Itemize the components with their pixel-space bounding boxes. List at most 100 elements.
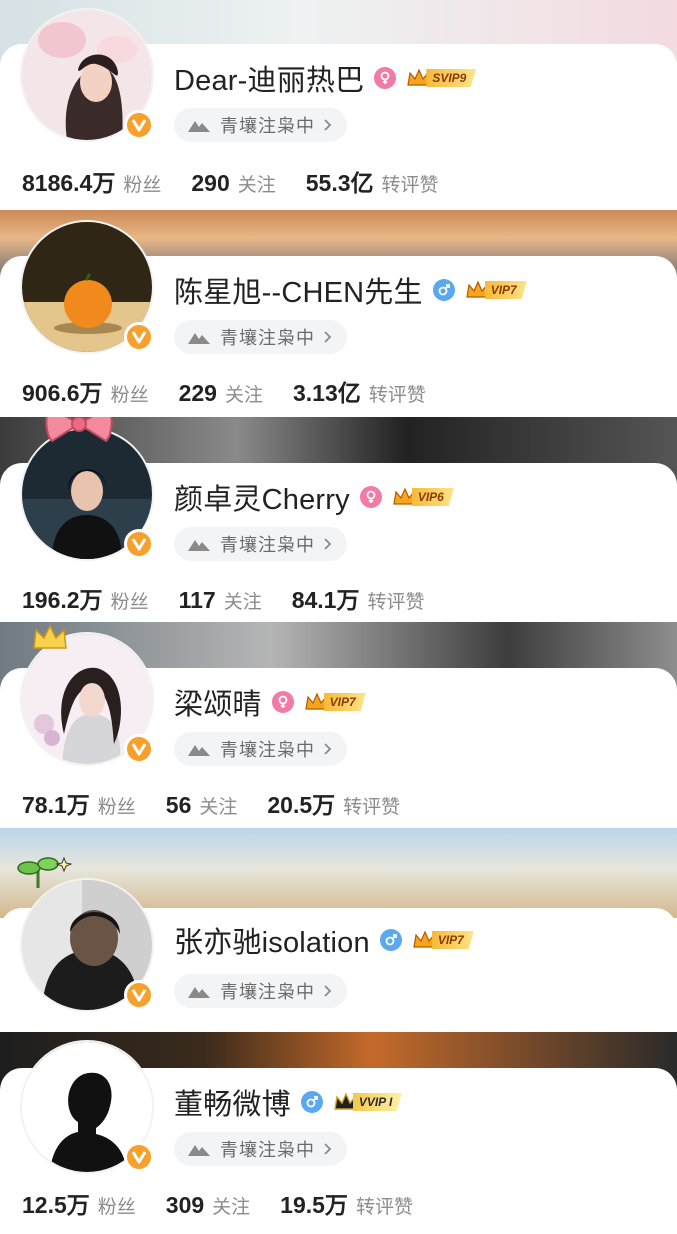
profile-card[interactable]: 陈星旭--CHEN先生 VIP7 青壤注枭中 906.6万 粉丝 229 关注 …	[0, 210, 677, 417]
fans-count: 78.1万	[22, 792, 90, 818]
fans-label: 粉丝	[110, 592, 149, 613]
likes-stat[interactable]: 3.13亿 转评赞	[293, 374, 426, 408]
female-gender-icon	[374, 67, 397, 89]
follow-label: 关注	[237, 175, 276, 196]
vip-badge[interactable]: VIP7	[304, 691, 366, 713]
profile-card[interactable]: 颜卓灵Cherry VIP6 青壤注枭中 196.2万 粉丝 117 关注 84…	[0, 417, 677, 622]
avatar-container[interactable]	[20, 427, 154, 561]
likes-stat[interactable]: 84.1万 转评赞	[292, 581, 425, 615]
fans-stat[interactable]: 196.2万 粉丝	[22, 581, 149, 615]
follow-stat[interactable]: 229 关注	[179, 380, 263, 407]
user-name[interactable]: 颜卓灵Cherry	[174, 476, 350, 518]
follow-count: 290	[191, 170, 230, 196]
follow-label: 关注	[224, 385, 263, 406]
avatar-container[interactable]	[20, 632, 154, 766]
chevron-right-icon	[324, 538, 332, 550]
fans-count: 196.2万	[22, 587, 103, 613]
sprout-decoration-icon	[17, 856, 72, 888]
follow-label: 关注	[223, 592, 262, 613]
fans-label: 粉丝	[97, 1197, 136, 1218]
avatar-container[interactable]	[20, 220, 154, 354]
avatar-container[interactable]	[20, 1040, 154, 1174]
avatar-container[interactable]	[20, 8, 154, 142]
vip-badge[interactable]: VIP6	[392, 486, 454, 508]
male-gender-icon	[432, 279, 455, 301]
vip-label: VIP7	[431, 931, 474, 949]
fans-stat[interactable]: 906.6万 粉丝	[22, 374, 149, 408]
profile-card[interactable]: 梁颂晴 VIP7 青壤注枭中 78.1万 粉丝 56 关注 20.5万 转评赞	[0, 622, 677, 828]
profile-info: 董畅微博 VVIP I 青壤注枭中 12.5万 粉丝 309 关注 19.5万 …	[0, 1040, 677, 1234]
tag-pill[interactable]: 青壤注枭中	[174, 1132, 347, 1166]
female-gender-icon	[359, 486, 382, 508]
name-row: 董畅微博 VVIP I	[174, 1081, 403, 1123]
tag-text: 青壤注枭中	[220, 1140, 315, 1160]
stats-row: 906.6万 粉丝 229 关注 3.13亿 转评赞	[22, 374, 456, 408]
follow-stat[interactable]: 309 关注	[166, 1192, 250, 1219]
tag-pill[interactable]: 青壤注枭中	[174, 527, 347, 561]
profile-list: Dear-迪丽热巴 SVIP9 青壤注枭中 8186.4万 粉丝 290 关注 …	[0, 0, 677, 1234]
likes-stat[interactable]: 55.3亿 转评赞	[306, 164, 439, 198]
vip-badge[interactable]: VIP7	[412, 929, 474, 951]
vip-label: VIP6	[411, 488, 454, 506]
name-row: 陈星旭--CHEN先生 VIP7	[174, 270, 527, 310]
tag-pill[interactable]: 青壤注枭中	[174, 320, 347, 354]
name-row: 梁颂晴 VIP7	[174, 682, 366, 722]
user-name[interactable]: 董畅微博	[174, 1081, 291, 1123]
likes-count: 19.5万	[280, 1192, 348, 1218]
mountain-icon	[188, 540, 210, 551]
tag-pill[interactable]: 青壤注枭中	[174, 108, 347, 142]
likes-count: 84.1万	[291, 587, 360, 613]
likes-count: 20.5万	[267, 792, 336, 818]
likes-label: 转评赞	[381, 175, 439, 196]
verified-v-icon	[124, 1142, 154, 1172]
fans-stat[interactable]: 8186.4万 粉丝	[22, 164, 161, 198]
follow-count: 309	[165, 1192, 205, 1218]
vip-badge[interactable]: VIP7	[465, 279, 527, 301]
male-gender-icon	[300, 1091, 323, 1113]
profile-info: 张亦驰isolation VIP7 青壤注枭中	[0, 856, 677, 1032]
chevron-right-icon	[324, 119, 332, 131]
vip-label: VVIP I	[352, 1093, 403, 1111]
vip-badge[interactable]: VVIP I	[333, 1091, 403, 1113]
verified-v-icon	[124, 529, 154, 559]
verified-v-icon	[124, 980, 154, 1010]
mountain-icon	[188, 333, 210, 344]
profile-card[interactable]: 董畅微博 VVIP I 青壤注枭中 12.5万 粉丝 309 关注 19.5万 …	[0, 1032, 677, 1234]
tag-pill[interactable]: 青壤注枭中	[174, 732, 347, 766]
user-name[interactable]: 张亦驰isolation	[174, 919, 370, 961]
follow-stat[interactable]: 117 关注	[179, 587, 262, 614]
profile-card[interactable]: 张亦驰isolation VIP7 青壤注枭中	[0, 828, 677, 1032]
likes-label: 转评赞	[367, 592, 425, 613]
vip-badge[interactable]: SVIP9	[406, 67, 477, 89]
chevron-right-icon	[324, 985, 332, 997]
fans-count: 8186.4万	[22, 170, 116, 196]
mountain-icon	[188, 745, 210, 756]
user-name[interactable]: Dear-迪丽热巴	[174, 57, 364, 99]
fans-stat[interactable]: 12.5万 粉丝	[22, 1186, 136, 1220]
user-name[interactable]: 梁颂晴	[174, 681, 262, 723]
female-gender-icon	[271, 691, 294, 713]
verified-v-icon	[124, 734, 154, 764]
follow-label: 关注	[199, 797, 238, 818]
mountain-icon	[188, 121, 210, 132]
likes-stat[interactable]: 19.5万 转评赞	[280, 1186, 413, 1220]
fans-count: 906.6万	[22, 380, 103, 406]
mountain-icon	[188, 987, 210, 998]
male-gender-icon	[379, 929, 402, 951]
likes-label: 转评赞	[343, 797, 401, 818]
tag-text: 青壤注枭中	[220, 740, 315, 760]
user-name[interactable]: 陈星旭--CHEN先生	[174, 269, 423, 311]
follow-stat[interactable]: 56 关注	[166, 792, 238, 819]
likes-label: 转评赞	[368, 385, 426, 406]
tag-text: 青壤注枭中	[220, 328, 315, 348]
vip-label: VIP7	[484, 281, 527, 299]
likes-count: 3.13亿	[292, 380, 361, 406]
tag-pill[interactable]: 青壤注枭中	[174, 974, 347, 1008]
fans-stat[interactable]: 78.1万 粉丝	[22, 786, 136, 820]
likes-stat[interactable]: 20.5万 转评赞	[267, 786, 400, 820]
name-row: 颜卓灵Cherry VIP6	[174, 477, 454, 517]
follow-stat[interactable]: 290 关注	[191, 170, 275, 197]
verified-v-icon	[124, 322, 154, 352]
avatar-container[interactable]	[20, 878, 154, 1012]
profile-card[interactable]: Dear-迪丽热巴 SVIP9 青壤注枭中 8186.4万 粉丝 290 关注 …	[0, 0, 677, 210]
